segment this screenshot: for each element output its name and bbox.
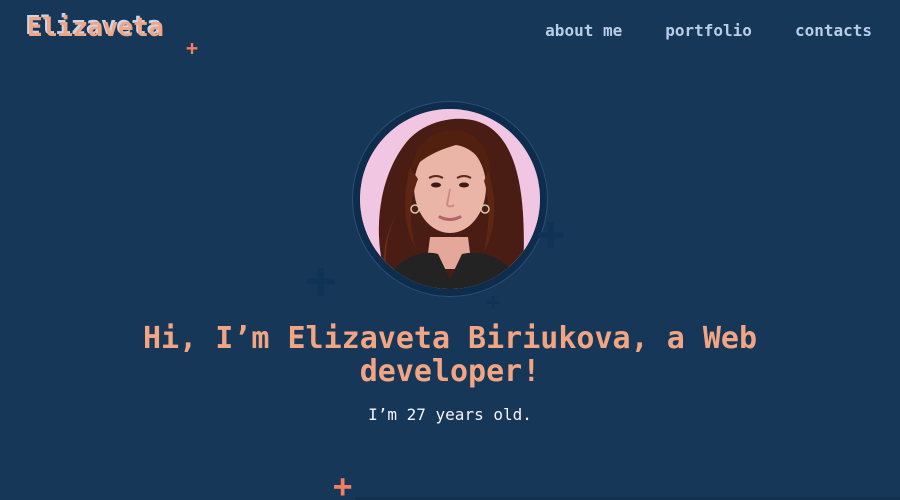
page: Elizaveta + about me portfolio contacts <box>0 0 900 500</box>
decorative-plus-icon: + <box>536 206 565 262</box>
nav-link-about-me[interactable]: about me <box>545 20 622 42</box>
nav-link-portfolio[interactable]: portfolio <box>665 20 752 42</box>
decorative-plus-icon: + <box>305 251 337 311</box>
hero-subline: I’m 27 years old. <box>368 405 532 424</box>
hero-headline: Hi, I’m Elizaveta Biriukova, a Web devel… <box>142 321 758 389</box>
decorative-plus-icon: + <box>486 288 501 316</box>
site-logo[interactable]: Elizaveta <box>27 10 164 46</box>
profile-photo-illustration <box>360 109 540 289</box>
profile-photo <box>360 109 540 289</box>
logo-plus-icon: + <box>186 36 199 60</box>
main-nav: about me portfolio contacts <box>545 20 872 42</box>
nav-link-contacts[interactable]: contacts <box>795 20 872 42</box>
decorative-plus-icon: + <box>333 467 353 500</box>
